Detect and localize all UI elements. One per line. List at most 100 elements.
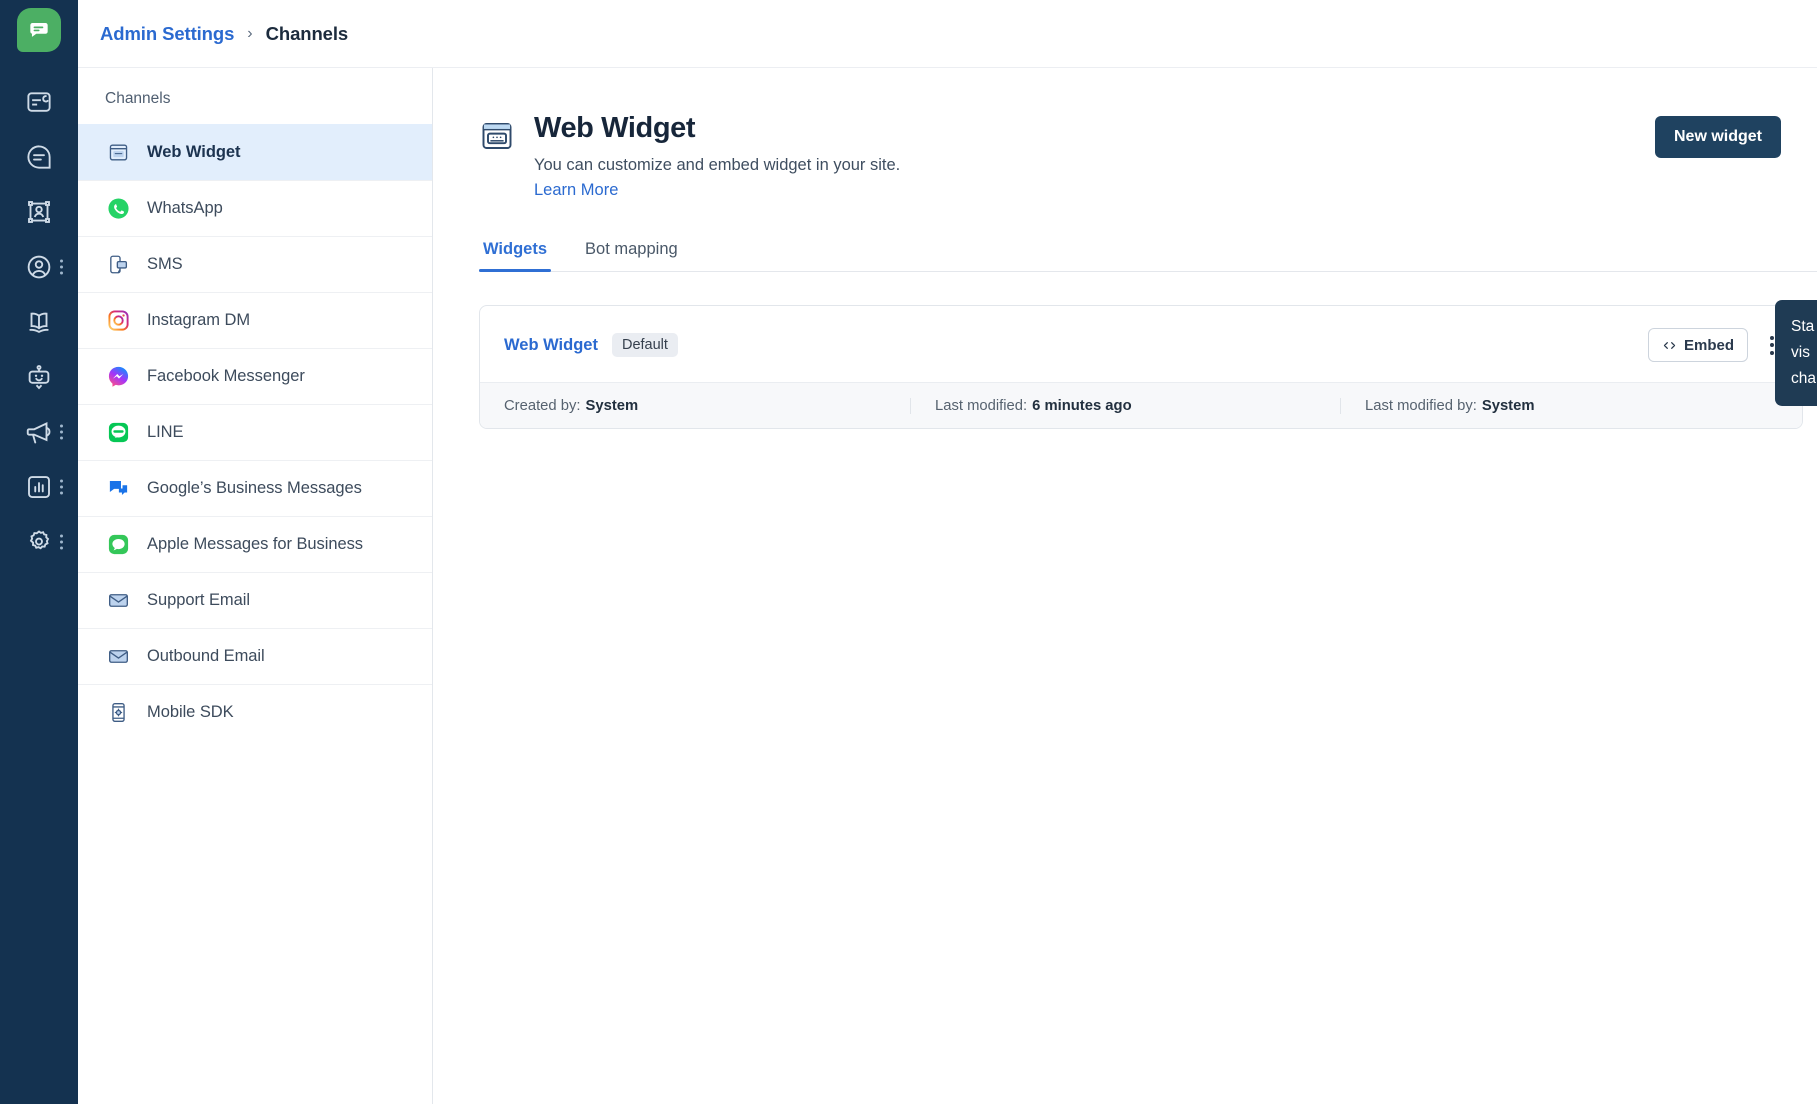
sidebar-item-label: Web Widget bbox=[147, 143, 241, 161]
page-header: Web Widget You can customize and embed w… bbox=[479, 112, 1817, 200]
web-widget-icon bbox=[105, 140, 131, 166]
breadcrumb-separator-icon: › bbox=[247, 24, 253, 42]
channels-panel-title: Channels bbox=[105, 90, 171, 107]
sidebar-item-label: Facebook Messenger bbox=[147, 367, 305, 385]
meta-value: System bbox=[1481, 397, 1535, 414]
widget-card: Web Widget Default Embed Created by: Sys… bbox=[479, 305, 1803, 430]
global-nav-rail bbox=[0, 0, 78, 1104]
rail-item-campaigns[interactable] bbox=[0, 404, 78, 459]
tab-bar: Widgets Bot mapping bbox=[479, 240, 1817, 273]
meta-created-by: Created by: System bbox=[480, 398, 910, 414]
page-header-text: Web Widget You can customize and embed w… bbox=[534, 112, 1655, 200]
rail-item-list bbox=[0, 74, 78, 569]
sidebar-item-label: Instagram DM bbox=[147, 311, 251, 329]
embed-button[interactable]: Embed bbox=[1647, 328, 1748, 363]
sidebar-item-label: Support Email bbox=[147, 591, 250, 609]
breadcrumb: Admin Settings › Channels bbox=[78, 0, 1817, 68]
bot-icon bbox=[28, 364, 50, 389]
tab-bot-mapping[interactable]: Bot mapping bbox=[581, 240, 682, 271]
web-widget-header-icon bbox=[479, 118, 515, 154]
app-logo[interactable] bbox=[17, 8, 61, 52]
sidebar-item-label: Mobile SDK bbox=[147, 703, 234, 721]
rail-item-knowledge[interactable] bbox=[0, 294, 78, 349]
page-subtitle: You can customize and embed widget in yo… bbox=[534, 156, 901, 175]
widget-name-link[interactable]: Web Widget bbox=[504, 336, 598, 355]
rail-item-menu-reports[interactable] bbox=[60, 479, 63, 494]
messenger-icon bbox=[105, 364, 131, 390]
sidebar-item-line[interactable]: LINE bbox=[78, 404, 432, 460]
meta-value: System bbox=[585, 397, 639, 414]
rail-item-contacts[interactable] bbox=[0, 184, 78, 239]
instagram-icon bbox=[105, 308, 131, 334]
meta-label: Last modified by: bbox=[1365, 397, 1477, 414]
contact-frame-icon bbox=[28, 200, 50, 223]
status-badge: Default bbox=[611, 333, 678, 358]
tab-widgets[interactable]: Widgets bbox=[479, 240, 552, 273]
tooltip-line-2: vis bbox=[1791, 344, 1810, 361]
sidebar-item-mobile-sdk[interactable]: Mobile SDK bbox=[78, 684, 432, 740]
envelope-icon bbox=[105, 644, 131, 670]
envelope-icon bbox=[105, 588, 131, 614]
breadcrumb-current: Channels bbox=[265, 22, 349, 44]
tooltip-popover: Sta vis cha bbox=[1775, 300, 1817, 406]
sidebar-item-facebook-messenger[interactable]: Facebook Messenger bbox=[78, 348, 432, 404]
learn-more-link[interactable]: Learn More bbox=[534, 181, 618, 200]
new-widget-button[interactable]: New widget bbox=[1654, 116, 1781, 158]
conversation-icon bbox=[27, 144, 51, 169]
embed-button-label: Embed bbox=[1683, 336, 1734, 354]
gear-icon bbox=[29, 529, 50, 549]
sidebar-item-outbound-email[interactable]: Outbound Email bbox=[78, 628, 432, 684]
whatsapp-icon bbox=[105, 196, 131, 222]
sidebar-item-sms[interactable]: SMS bbox=[78, 236, 432, 292]
sidebar-item-whatsapp[interactable]: WhatsApp bbox=[78, 180, 432, 236]
tooltip-line-1: Sta bbox=[1791, 318, 1815, 335]
rail-item-conversations[interactable] bbox=[0, 129, 78, 184]
widget-card-header: Web Widget Default Embed bbox=[480, 306, 1802, 382]
sidebar-item-label: WhatsApp bbox=[147, 199, 223, 217]
sidebar-item-label: Outbound Email bbox=[147, 647, 265, 665]
widget-card-meta: Created by: System Last modified: 6 minu… bbox=[480, 382, 1802, 429]
rail-item-menu-campaigns[interactable] bbox=[60, 424, 63, 439]
rail-item-menu-settings[interactable] bbox=[60, 534, 63, 549]
apple-messages-icon bbox=[105, 532, 131, 558]
rail-item-reports[interactable] bbox=[0, 459, 78, 514]
meta-label: Created by: bbox=[504, 397, 581, 414]
breadcrumb-admin-settings[interactable]: Admin Settings bbox=[100, 23, 234, 45]
page-title: Web Widget bbox=[534, 112, 696, 144]
meta-value: 6 minutes ago bbox=[1032, 397, 1132, 414]
megaphone-icon bbox=[26, 421, 51, 443]
mobile-sdk-icon bbox=[105, 700, 131, 726]
channels-panel: Channels Web Widget WhatsApp SMS Instagr… bbox=[78, 68, 433, 1104]
meta-last-modified: Last modified: 6 minutes ago bbox=[910, 397, 1340, 414]
sms-icon bbox=[105, 252, 131, 278]
book-icon bbox=[29, 312, 49, 333]
bar-chart-icon bbox=[28, 475, 50, 498]
meta-last-modified-by: Last modified by: System bbox=[1340, 397, 1802, 414]
sidebar-item-web-widget[interactable]: Web Widget bbox=[78, 124, 432, 180]
meta-label: Last modified: bbox=[935, 397, 1028, 414]
user-circle-icon bbox=[27, 255, 51, 278]
widget-card-actions: Embed bbox=[1647, 328, 1778, 363]
inbox-card-icon bbox=[27, 91, 51, 112]
sidebar-item-apple-messages-for-business[interactable]: Apple Messages for Business bbox=[78, 516, 432, 572]
line-icon bbox=[105, 420, 131, 446]
main-content: Web Widget You can customize and embed w… bbox=[433, 68, 1817, 1104]
sidebar-item-google-business-messages[interactable]: Google’s Business Messages bbox=[78, 460, 432, 516]
sidebar-item-label: SMS bbox=[147, 255, 183, 273]
body-row: Channels Web Widget WhatsApp SMS Instagr… bbox=[78, 68, 1817, 1104]
right-column: Admin Settings › Channels Channels Web W… bbox=[78, 0, 1817, 1104]
chat-bubble-logo-icon bbox=[30, 22, 48, 37]
app-root: Admin Settings › Channels Channels Web W… bbox=[0, 0, 1817, 1104]
rail-item-people[interactable] bbox=[0, 239, 78, 294]
rail-item-inbox[interactable] bbox=[0, 74, 78, 129]
sidebar-item-label: Apple Messages for Business bbox=[147, 535, 364, 553]
code-brackets-icon bbox=[1663, 341, 1676, 349]
rail-item-bots[interactable] bbox=[0, 349, 78, 404]
sidebar-item-label: Google’s Business Messages bbox=[147, 479, 362, 497]
sidebar-item-instagram-dm[interactable]: Instagram DM bbox=[78, 292, 432, 348]
sidebar-item-label: LINE bbox=[147, 423, 184, 441]
rail-item-settings[interactable] bbox=[0, 514, 78, 569]
google-business-icon bbox=[105, 476, 131, 502]
rail-item-menu-people[interactable] bbox=[60, 259, 63, 274]
sidebar-item-support-email[interactable]: Support Email bbox=[78, 572, 432, 628]
